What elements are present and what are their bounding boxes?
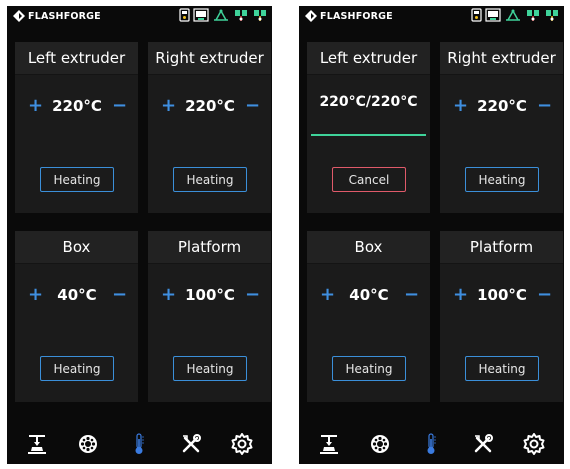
brand-logo: FLASHFORGE xyxy=(13,10,101,22)
left-extruder-card: Left extruder + 220°C − Heating xyxy=(15,42,138,213)
gear-icon xyxy=(231,433,253,455)
usb-icon xyxy=(179,8,190,22)
nav-print[interactable] xyxy=(314,429,344,459)
target-temperature: 100°C xyxy=(477,286,527,304)
camera-icon xyxy=(485,8,501,22)
brand-logo: FLASHFORGE xyxy=(305,10,393,22)
decrease-temp-button[interactable]: − xyxy=(245,286,260,304)
target-temperature: 220°C xyxy=(477,97,527,115)
printer-status-icon xyxy=(506,9,520,21)
target-temperature: 100°C xyxy=(185,286,235,304)
print-icon xyxy=(27,435,46,454)
tools-icon xyxy=(182,434,201,453)
filament-icon xyxy=(371,435,390,453)
decrease-temp-button[interactable]: − xyxy=(112,97,127,115)
target-temperature: 220°C xyxy=(52,97,102,115)
bottom-nav xyxy=(7,424,272,464)
box-card: Box + 40°C − Heating xyxy=(307,231,430,402)
nav-temperature[interactable] xyxy=(124,429,154,459)
card-title: Left extruder xyxy=(307,42,430,75)
nav-filament[interactable] xyxy=(365,429,395,459)
camera-icon xyxy=(193,8,209,22)
target-temperature: 40°C xyxy=(57,286,97,304)
heating-button[interactable]: Heating xyxy=(40,356,114,381)
left-extruder-status-icon xyxy=(527,10,539,21)
increase-temp-button[interactable]: + xyxy=(161,97,176,115)
platform-card: Platform + 100°C − Heating xyxy=(148,231,271,402)
heating-button[interactable]: Heating xyxy=(465,356,539,381)
heating-button[interactable]: Heating xyxy=(40,167,114,192)
nav-filament[interactable] xyxy=(73,429,103,459)
decrease-temp-button[interactable]: − xyxy=(404,286,419,304)
increase-temp-button[interactable]: + xyxy=(161,286,176,304)
right-extruder-status-icon xyxy=(546,10,558,21)
left-extruder-card: Left extruder 220°C/220°C Cancel xyxy=(307,42,430,213)
card-title: Right extruder xyxy=(148,42,271,75)
nav-temperature[interactable] xyxy=(416,429,446,459)
status-bar: FLASHFORGE xyxy=(299,6,564,28)
card-title: Right extruder xyxy=(440,42,563,75)
usb-icon xyxy=(471,8,482,22)
left-extruder-status-icon xyxy=(235,10,247,21)
bottom-nav xyxy=(299,424,564,464)
tools-icon xyxy=(474,434,493,453)
increase-temp-button[interactable]: + xyxy=(28,97,43,115)
heating-button[interactable]: Heating xyxy=(332,356,406,381)
nav-tools[interactable] xyxy=(468,429,498,459)
flashforge-logo-icon xyxy=(13,10,25,22)
filament-icon xyxy=(79,435,98,453)
decrease-temp-button[interactable]: − xyxy=(245,97,260,115)
right-extruder-card: Right extruder + 220°C − Heating xyxy=(148,42,271,213)
decrease-temp-button[interactable]: − xyxy=(537,286,552,304)
increase-temp-button[interactable]: + xyxy=(28,286,43,304)
decrease-temp-button[interactable]: − xyxy=(112,286,127,304)
flashforge-logo-icon xyxy=(305,10,317,22)
increase-temp-button[interactable]: + xyxy=(320,286,335,304)
gear-icon xyxy=(523,433,545,455)
card-title: Box xyxy=(15,231,138,264)
nav-print[interactable] xyxy=(22,429,52,459)
decrease-temp-button[interactable]: − xyxy=(537,97,552,115)
brand-name: FLASHFORGE xyxy=(28,10,101,22)
current-target-temperature: 220°C/220°C xyxy=(319,94,418,110)
printer-screen-1: FLASHFORGE Left extruder + 220°C − Heati… xyxy=(7,6,272,464)
heating-progress-bar xyxy=(311,134,426,136)
nav-tools[interactable] xyxy=(176,429,206,459)
nav-settings[interactable] xyxy=(227,429,257,459)
printer-status-icon xyxy=(214,9,228,21)
heating-button[interactable]: Heating xyxy=(465,167,539,192)
increase-temp-button[interactable]: + xyxy=(453,286,468,304)
heating-button[interactable]: Heating xyxy=(173,356,247,381)
thermometer-icon xyxy=(135,433,145,454)
card-title: Left extruder xyxy=(15,42,138,75)
box-card: Box + 40°C − Heating xyxy=(15,231,138,402)
right-extruder-card: Right extruder + 220°C − Heating xyxy=(440,42,563,213)
increase-temp-button[interactable]: + xyxy=(453,97,468,115)
platform-card: Platform + 100°C − Heating xyxy=(440,231,563,402)
right-extruder-status-icon xyxy=(254,10,266,21)
card-title: Box xyxy=(307,231,430,264)
thermometer-icon xyxy=(427,433,437,454)
target-temperature: 40°C xyxy=(349,286,389,304)
card-title: Platform xyxy=(440,231,563,264)
status-bar: FLASHFORGE xyxy=(7,6,272,28)
cancel-heating-button[interactable]: Cancel xyxy=(332,167,406,192)
brand-name: FLASHFORGE xyxy=(320,10,393,22)
card-title: Platform xyxy=(148,231,271,264)
nav-settings[interactable] xyxy=(519,429,549,459)
heating-button[interactable]: Heating xyxy=(173,167,247,192)
print-icon xyxy=(319,435,338,454)
printer-screen-2: FLASHFORGE Left extruder 220°C/220°C Can… xyxy=(299,6,564,464)
target-temperature: 220°C xyxy=(185,97,235,115)
